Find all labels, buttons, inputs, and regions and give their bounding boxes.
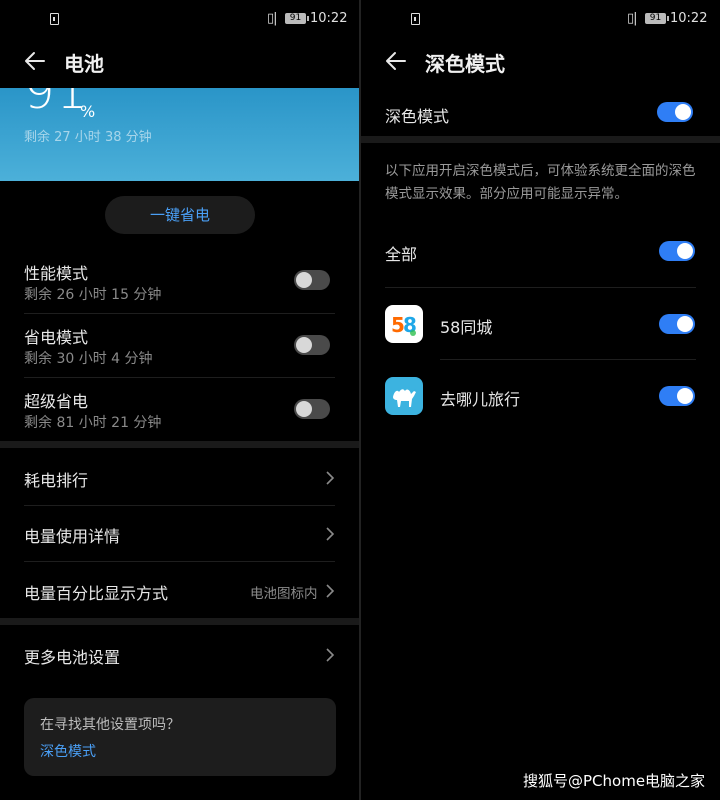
chevron-right-icon	[326, 648, 335, 662]
mode-remaining: 剩余 30 小时 4 分钟	[24, 351, 153, 367]
nav-item-label: 电量使用详情	[24, 527, 121, 546]
mode-remaining: 剩余 81 小时 21 分钟	[24, 415, 162, 431]
mode-row-ultra-saving[interactable]: 超级省电 剩余 81 小时 21 分钟	[24, 386, 335, 440]
app-name: 58同城	[440, 318, 493, 337]
app-58-dark-mode-toggle[interactable]	[659, 314, 695, 334]
section-separator	[0, 441, 359, 448]
nav-item-more-battery-settings[interactable]: 更多电池设置	[24, 643, 335, 667]
mode-remaining: 剩余 26 小时 15 分钟	[24, 287, 162, 303]
chevron-right-icon	[326, 527, 335, 541]
divider	[385, 287, 696, 288]
top-bar: 深色模式	[361, 40, 720, 84]
dark-mode-link[interactable]: 深色模式	[40, 741, 96, 761]
mode-row-performance[interactable]: 性能模式 剩余 26 小时 15 分钟	[24, 258, 335, 312]
qunar-camel-icon	[385, 377, 423, 415]
suggestion-card: 在寻找其他设置项吗？ 深色模式	[24, 698, 336, 776]
nav-item-power-ranking[interactable]: 耗电排行	[24, 466, 335, 490]
nav-item-label: 电量百分比显示方式	[24, 584, 169, 603]
clock: 10:22	[310, 11, 348, 26]
toggle-label: 深色模式	[385, 107, 450, 126]
mode-label: 超级省电	[24, 392, 89, 411]
back-arrow-icon[interactable]	[383, 48, 409, 74]
back-arrow-icon[interactable]	[22, 48, 48, 74]
app-name: 去哪儿旅行	[440, 390, 521, 409]
battery-status-banner: 91 % 剩余 27 小时 38 分钟	[0, 88, 359, 181]
mode-row-power-saving[interactable]: 省电模式 剩余 30 小时 4 分钟	[24, 322, 335, 376]
sim-card-icon	[411, 13, 420, 25]
ultra-saving-mode-toggle[interactable]	[294, 399, 330, 419]
battery-level-icon: 91	[285, 13, 309, 24]
divider	[24, 377, 335, 378]
mode-label: 性能模式	[24, 264, 89, 283]
nav-item-usage-details[interactable]: 电量使用详情	[24, 522, 335, 546]
power-saving-mode-toggle[interactable]	[294, 335, 330, 355]
battery-screen: ▯| 91 10:22 电池 91 % 剩余 27 小时 38 分钟 一键省电 …	[0, 0, 359, 800]
mode-label: 省电模式	[24, 328, 89, 347]
vibrate-icon: ▯|	[267, 11, 278, 26]
app-qunar-dark-mode-toggle[interactable]	[659, 386, 695, 406]
divider	[440, 359, 696, 360]
58-tongcheng-icon: 5 8	[385, 305, 423, 343]
page-title: 电池	[64, 52, 104, 76]
top-bar: 电池	[0, 40, 359, 84]
sim-card-icon	[50, 13, 59, 25]
suggestion-question: 在寻找其他设置项吗？	[40, 717, 180, 733]
all-apps-toggle-row[interactable]: 全部	[385, 238, 696, 264]
clock: 10:22	[670, 11, 708, 26]
battery-level-icon: 91	[645, 13, 669, 24]
nav-item-percentage-display[interactable]: 电量百分比显示方式 电池图标内	[24, 579, 335, 603]
section-separator	[0, 618, 359, 625]
divider	[24, 505, 335, 506]
section-separator	[361, 136, 720, 143]
status-bar: ▯| 91 10:22	[361, 0, 720, 38]
status-bar: ▯| 91 10:22	[0, 0, 359, 38]
page-title: 深色模式	[425, 52, 505, 76]
nav-item-label: 耗电排行	[24, 471, 89, 490]
all-apps-toggle[interactable]	[659, 241, 695, 261]
percent-sign: %	[80, 102, 96, 121]
battery-remaining: 剩余 27 小时 38 分钟	[24, 130, 152, 145]
screenshot-pair: ▯| 91 10:22 电池 91 % 剩余 27 小时 38 分钟 一键省电 …	[0, 0, 720, 800]
nav-item-value: 电池图标内	[250, 586, 318, 602]
vibrate-icon: ▯|	[627, 11, 638, 26]
chevron-right-icon	[326, 471, 335, 485]
nav-item-label: 更多电池设置	[24, 648, 121, 667]
chevron-right-icon	[326, 584, 335, 598]
dark-mode-screen: ▯| 91 10:22 深色模式 深色模式 以下应用开启深色模式后，可体验系统更…	[361, 0, 720, 800]
dark-mode-toggle[interactable]	[657, 102, 693, 122]
toggle-label: 全部	[385, 245, 418, 264]
dark-mode-toggle-row[interactable]: 深色模式	[385, 100, 696, 126]
dark-mode-description: 以下应用开启深色模式后，可体验系统更全面的深色模式显示效果。部分应用可能显示异常…	[385, 163, 696, 202]
watermark: 搜狐号@PChome电脑之家	[523, 772, 706, 790]
one-tap-save-button[interactable]: 一键省电	[105, 196, 255, 234]
divider	[24, 561, 335, 562]
performance-mode-toggle[interactable]	[294, 270, 330, 290]
divider	[24, 313, 335, 314]
